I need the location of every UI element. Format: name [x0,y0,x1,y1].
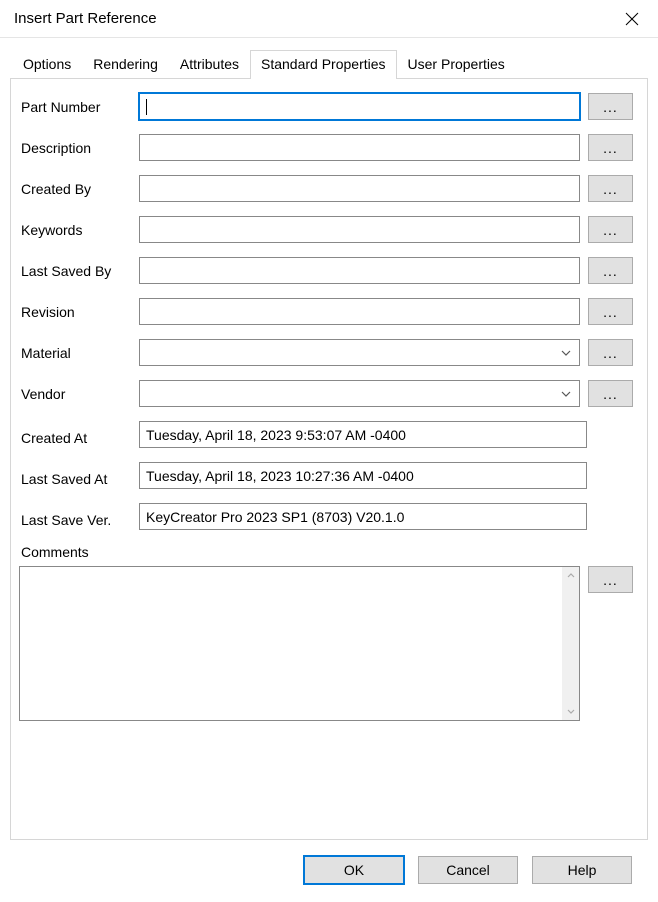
last-saved-at-value: Tuesday, April 18, 2023 10:27:36 AM -040… [139,462,587,489]
tab-user-properties[interactable]: User Properties [397,50,516,78]
dialog-button-row: OK Cancel Help [10,840,648,902]
last-saved-by-input[interactable] [139,257,580,284]
last-save-ver-value: KeyCreator Pro 2023 SP1 (8703) V20.1.0 [139,503,587,530]
part-number-input[interactable] [139,93,580,120]
vendor-browse-button[interactable]: ... [588,380,633,407]
titlebar: Insert Part Reference [0,0,658,38]
comments-scrollbar[interactable] [562,567,579,720]
revision-browse-button[interactable]: ... [588,298,633,325]
revision-input[interactable] [139,298,580,325]
comments-textarea[interactable] [20,567,562,720]
part-number-label: Part Number [19,99,131,115]
comments-label: Comments [19,544,633,560]
description-input[interactable] [139,134,580,161]
keywords-browse-button[interactable]: ... [588,216,633,243]
cancel-button[interactable]: Cancel [418,856,518,884]
vendor-label: Vendor [19,386,131,402]
ok-button[interactable]: OK [304,856,404,884]
created-by-browse-button[interactable]: ... [588,175,633,202]
revision-label: Revision [19,304,131,320]
chevron-down-icon [561,350,571,356]
scroll-up-icon[interactable] [562,567,579,584]
comments-browse-button[interactable]: ... [588,566,633,593]
vendor-select[interactable] [139,380,580,407]
help-button[interactable]: Help [532,856,632,884]
tab-standard-properties[interactable]: Standard Properties [250,50,397,79]
material-label: Material [19,345,131,361]
part-number-browse-button[interactable]: ... [588,93,633,120]
close-button[interactable] [610,3,654,35]
close-icon [625,12,639,26]
description-browse-button[interactable]: ... [588,134,633,161]
last-saved-by-label: Last Saved By [19,263,131,279]
created-by-label: Created By [19,181,131,197]
last-save-ver-label: Last Save Ver. [19,506,131,528]
scroll-down-icon[interactable] [562,703,579,720]
tab-strip: Options Rendering Attributes Standard Pr… [10,50,648,79]
created-by-input[interactable] [139,175,580,202]
material-browse-button[interactable]: ... [588,339,633,366]
keywords-label: Keywords [19,222,131,238]
tab-options[interactable]: Options [12,50,82,78]
comments-box [19,566,580,721]
dialog-body: Options Rendering Attributes Standard Pr… [0,38,658,902]
last-saved-by-browse-button[interactable]: ... [588,257,633,284]
description-label: Description [19,140,131,156]
tab-rendering[interactable]: Rendering [82,50,169,78]
tab-attributes[interactable]: Attributes [169,50,250,78]
tab-content: Part Number ... Description ... Created … [10,79,648,840]
keywords-input[interactable] [139,216,580,243]
material-select[interactable] [139,339,580,366]
created-at-value: Tuesday, April 18, 2023 9:53:07 AM -0400 [139,421,587,448]
window-title: Insert Part Reference [14,10,157,27]
chevron-down-icon [561,391,571,397]
last-saved-at-label: Last Saved At [19,465,131,487]
created-at-label: Created At [19,424,131,446]
